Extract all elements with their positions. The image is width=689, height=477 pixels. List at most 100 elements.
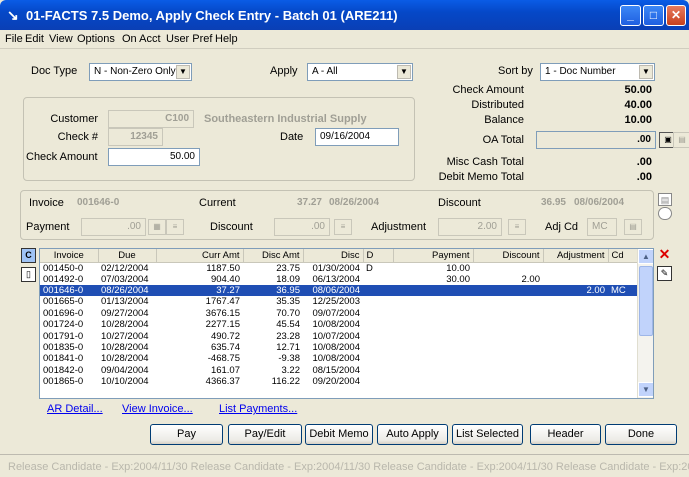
customer-code-field[interactable]: C100 xyxy=(108,110,194,128)
fill-icon[interactable]: ≡ xyxy=(334,219,352,235)
doc-type-select[interactable]: N - Non-Zero Only ▼ xyxy=(89,63,192,81)
distributed-value: 40.00 xyxy=(624,99,652,111)
invoice-number: 001646-0 xyxy=(77,197,120,208)
table-cell: 1767.47 xyxy=(205,296,240,308)
table-row[interactable]: 001646-0 08/26/2004 37.27 36.95 08/06/2004 2.… xyxy=(40,284,638,297)
discount-info-date: 08/06/2004 xyxy=(574,197,625,208)
table-row[interactable]: 001842-0 09/04/2004 161.07 3.22 08/15/2004 xyxy=(40,365,638,376)
column-header[interactable]: Disc xyxy=(303,249,364,263)
table-row[interactable]: 001835-0 10/28/2004 635.74 12.71 10/08/2004 xyxy=(40,342,638,353)
menu-user-pref[interactable]: User Pref xyxy=(166,33,212,45)
table-cell: 30.00 xyxy=(446,273,470,285)
fill-icon[interactable]: ≡ xyxy=(166,219,184,235)
view-invoice-link[interactable]: View Invoice... xyxy=(122,403,193,415)
payment-field[interactable]: .00 xyxy=(81,218,146,236)
maximize-button[interactable]: □ xyxy=(643,5,664,26)
table-cell: 08/15/2004 xyxy=(312,364,360,376)
menu-file[interactable]: File xyxy=(5,33,23,45)
table-cell xyxy=(363,319,393,330)
adj-cd-field[interactable]: MC xyxy=(587,218,617,236)
title-bar[interactable]: ↘ 01-FACTS 7.5 Demo, Apply Check Entry -… xyxy=(0,0,689,30)
table-cell: 904.40 xyxy=(210,273,240,285)
apply-select[interactable]: A - All ▼ xyxy=(307,63,413,81)
menu-options[interactable]: Options xyxy=(77,33,115,45)
table-cell xyxy=(393,330,473,341)
save-icon[interactable]: ▤ xyxy=(658,193,672,206)
column-header[interactable]: Due xyxy=(98,249,157,263)
pay-edit-button[interactable]: Pay/Edit xyxy=(228,424,302,445)
adjustment-field[interactable]: 2.00 xyxy=(438,218,502,236)
scroll-down-icon[interactable]: ▼ xyxy=(638,382,653,397)
edit-icon[interactable]: ✎ xyxy=(657,266,672,281)
column-header[interactable]: Discount xyxy=(473,249,544,263)
list-selected-button[interactable]: List Selected xyxy=(452,424,523,445)
scroll-up-icon[interactable]: ▲ xyxy=(638,249,653,264)
c-icon[interactable]: C xyxy=(21,248,36,263)
sort-by-select[interactable]: 1 - Doc Number ▼ xyxy=(540,63,655,81)
table-row[interactable]: 001696-0 09/27/2004 3676.15 70.70 09/07/2004 xyxy=(40,308,638,319)
menu-edit[interactable]: Edit xyxy=(25,33,44,45)
column-header[interactable]: Invoice xyxy=(40,249,99,263)
table-cell xyxy=(608,365,638,376)
list-payments-link[interactable]: List Payments... xyxy=(219,403,297,415)
table-cell: 37.27 xyxy=(156,284,243,297)
delete-icon[interactable]: ✕ xyxy=(657,247,672,263)
payment-label: Payment xyxy=(26,221,70,233)
table-row[interactable]: 001450-0 02/12/2004 1187.50 23.75 01/30/2004… xyxy=(40,262,638,274)
menu-help[interactable]: Help xyxy=(215,33,238,45)
table-cell: -468.75 xyxy=(207,353,240,365)
header-button[interactable]: Header xyxy=(530,424,601,445)
calculator-icon[interactable]: ▯ xyxy=(21,267,36,282)
customer-name: Southeastern Industrial Supply xyxy=(204,113,367,125)
minimize-button[interactable]: _ xyxy=(620,5,641,26)
invoice-grid[interactable]: Invoice Due Curr Amt Disc Amt Disc D Payment Di… xyxy=(39,248,654,399)
column-header[interactable]: Disc Amt xyxy=(243,249,304,263)
table-cell xyxy=(363,342,393,353)
table-cell: 02/12/2004 xyxy=(101,262,149,274)
table-row[interactable]: 001865-0 10/10/2004 4366.37 116.22 09/20/200… xyxy=(40,376,638,387)
check-number-field[interactable]: 12345 xyxy=(108,128,163,146)
column-header[interactable]: D xyxy=(363,249,394,263)
date-field[interactable]: 09/16/2004 xyxy=(315,128,399,146)
table-row[interactable]: 001791-0 10/27/2004 490.72 23.28 10/07/2004 xyxy=(40,330,638,342)
table-row[interactable]: 001724-0 10/28/2004 2277.15 45.54 10/08/2004 xyxy=(40,319,638,330)
table-cell xyxy=(363,365,393,376)
column-header[interactable]: Curr Amt xyxy=(156,249,244,263)
table-cell xyxy=(608,274,638,285)
table-cell: 09/20/2004 xyxy=(312,376,360,388)
column-header[interactable]: Adjustment xyxy=(543,249,609,263)
menu-on-acct[interactable]: On Acct xyxy=(122,33,161,45)
table-cell: 09/27/2004 xyxy=(101,307,149,319)
table-cell: 1187.50 xyxy=(206,262,240,274)
column-header[interactable]: Payment xyxy=(393,249,474,263)
adjustment-label: Adjustment xyxy=(371,221,427,233)
table-row[interactable]: 001492-0 07/03/2004 904.40 18.09 06/13/2004 3… xyxy=(40,274,638,285)
debit-memo-button[interactable]: Debit Memo xyxy=(305,424,373,445)
discount-info-amount: 36.95 xyxy=(540,197,566,208)
done-button[interactable]: Done xyxy=(605,424,677,445)
close-button[interactable]: ✕ xyxy=(666,5,686,26)
lookup-icon[interactable]: ▤ xyxy=(624,219,642,235)
circle-icon[interactable] xyxy=(658,207,672,220)
table-cell xyxy=(393,376,473,387)
discount-field[interactable]: .00 xyxy=(274,218,330,236)
ar-detail-link[interactable]: AR Detail... xyxy=(47,403,103,415)
column-header[interactable]: Cd xyxy=(608,249,639,263)
table-row[interactable]: 001841-0 10/28/2004 -468.75 -9.38 10/08/2004 xyxy=(40,353,638,364)
table-row[interactable]: 001665-0 01/13/2004 1767.47 35.35 12/25/2003 xyxy=(40,296,638,307)
table-cell xyxy=(363,308,393,319)
fill-icon[interactable]: ≡ xyxy=(508,219,526,235)
table-cell: 4366.37 xyxy=(205,376,240,388)
lookup-icon[interactable]: ▤ xyxy=(673,132,689,148)
calc-icon[interactable]: ▦ xyxy=(148,219,166,235)
scroll-thumb[interactable] xyxy=(639,266,653,336)
check-amount-field[interactable]: 50.00 xyxy=(108,148,200,166)
menu-view[interactable]: View xyxy=(49,33,73,45)
misc-cash-label: Misc Cash Total xyxy=(446,156,524,168)
pay-button[interactable]: Pay xyxy=(150,424,223,445)
auto-apply-button[interactable]: Auto Apply xyxy=(377,424,448,445)
vertical-scrollbar[interactable]: ▲ ▼ xyxy=(637,249,653,398)
table-cell: 116.22 xyxy=(271,376,300,388)
app-icon: ↘ xyxy=(7,7,19,23)
table-cell xyxy=(393,353,473,364)
